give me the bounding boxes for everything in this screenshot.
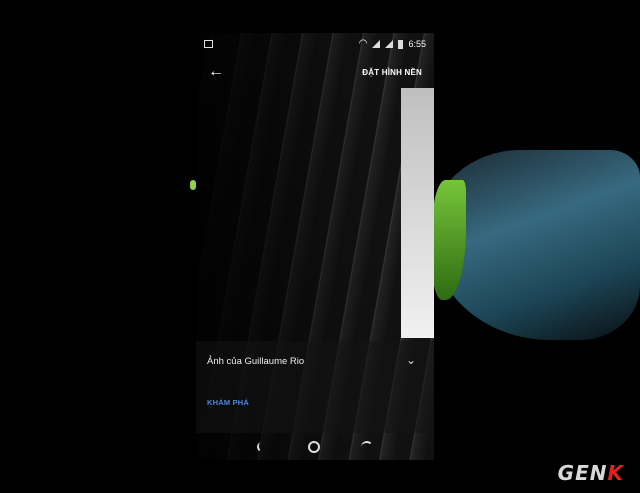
chevron-down-icon[interactable]: ⌄ [406, 353, 416, 367]
set-wallpaper-button[interactable]: ĐẶT HÌNH NỀN [362, 68, 422, 77]
signal-icon [385, 40, 394, 48]
status-bar: ◠ 6:55 [196, 33, 434, 55]
nav-back-icon[interactable] [255, 440, 268, 453]
app-bar: ← ĐẶT HÌNH NỀN [196, 59, 434, 85]
status-indicators: ◠ 6:55 [358, 38, 426, 50]
nav-home-icon[interactable] [307, 440, 320, 453]
logo-text: GEN [557, 461, 608, 485]
image-icon [204, 40, 213, 48]
photo-info-panel: Ảnh của Guillaume Rio ⌄ KHÁM PHÁ [196, 341, 434, 433]
back-arrow-icon[interactable]: ← [208, 63, 224, 81]
signal-icon [372, 40, 381, 48]
logo-text-k: K [607, 461, 624, 485]
phone-screen: ◠ 6:55 ← ĐẶT HÌNH NỀN Ảnh của Guillaume … [196, 33, 434, 460]
wifi-icon: ◠ [358, 38, 368, 49]
nav-recents-icon[interactable] [361, 440, 374, 453]
wallpaper-photo-sky [401, 88, 434, 338]
status-time: 6:55 [408, 39, 426, 49]
genk-logo: GENK [558, 461, 624, 485]
explore-link[interactable]: KHÁM PHÁ [207, 398, 249, 407]
navigation-bar [196, 433, 434, 460]
battery-icon [398, 39, 404, 49]
photo-credit: Ảnh của Guillaume Rio [207, 356, 305, 367]
